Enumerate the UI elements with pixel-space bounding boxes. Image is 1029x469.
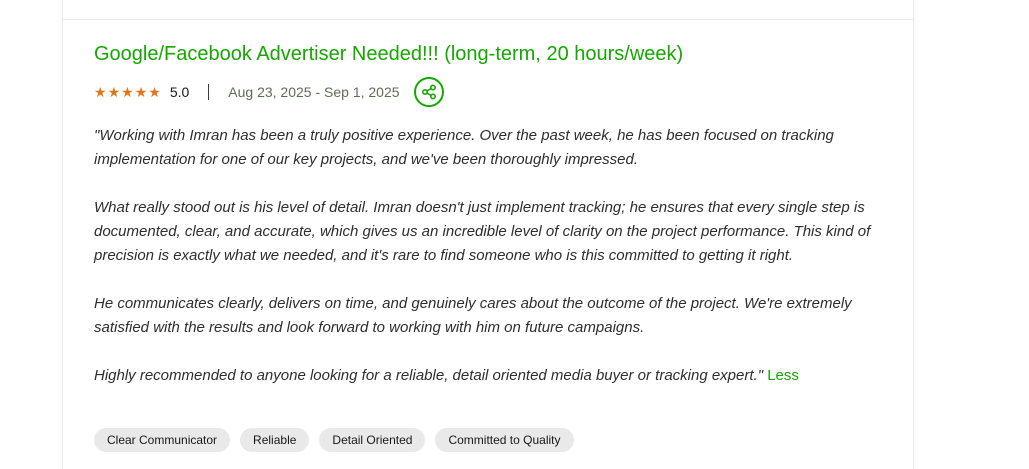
share-icon bbox=[421, 84, 436, 100]
less-link[interactable]: Less bbox=[767, 367, 799, 384]
rating-value: 5.0 bbox=[169, 84, 190, 100]
review-paragraph-last: Highly recommended to anyone looking for… bbox=[94, 364, 884, 388]
star-icon: ★ bbox=[134, 84, 148, 100]
tag-committed-to-quality: Committed to Quality bbox=[435, 428, 574, 452]
star-icon: ★ bbox=[121, 84, 134, 100]
review-paragraph: Highly recommended to anyone looking for… bbox=[94, 367, 764, 384]
tag-reliable: Reliable bbox=[240, 428, 310, 452]
star-icon: ★ bbox=[107, 84, 121, 100]
date-range: Aug 23, 2025 - Sep 1, 2025 bbox=[228, 84, 400, 100]
review-paragraph: "Working with Imran has been a truly pos… bbox=[94, 127, 834, 168]
review-paragraph: He communicates clearly, delivers on tim… bbox=[94, 295, 852, 336]
star-icon: ★ bbox=[94, 84, 107, 100]
review-card: Google/Facebook Advertiser Needed!!! (lo… bbox=[62, 0, 914, 469]
star-rating: ★ ★ ★ ★ ★ bbox=[94, 85, 161, 99]
tag-clear-communicator: Clear Communicator bbox=[94, 428, 231, 452]
meta-separator bbox=[208, 84, 210, 100]
job-title[interactable]: Google/Facebook Advertiser Needed!!! (lo… bbox=[94, 43, 683, 66]
top-divider bbox=[63, 19, 913, 20]
skill-tags: Clear Communicator Reliable Detail Orien… bbox=[94, 428, 574, 452]
review-paragraph: What really stood out is his level of de… bbox=[94, 199, 871, 264]
share-button[interactable] bbox=[413, 77, 444, 107]
star-icon: ★ bbox=[148, 84, 161, 100]
tag-detail-oriented: Detail Oriented bbox=[319, 428, 426, 452]
review-meta: ★ ★ ★ ★ ★ 5.0 Aug 23, 2025 - Sep 1, 2025 bbox=[94, 77, 444, 107]
review-text: "Working with Imran has been a truly pos… bbox=[94, 124, 884, 388]
